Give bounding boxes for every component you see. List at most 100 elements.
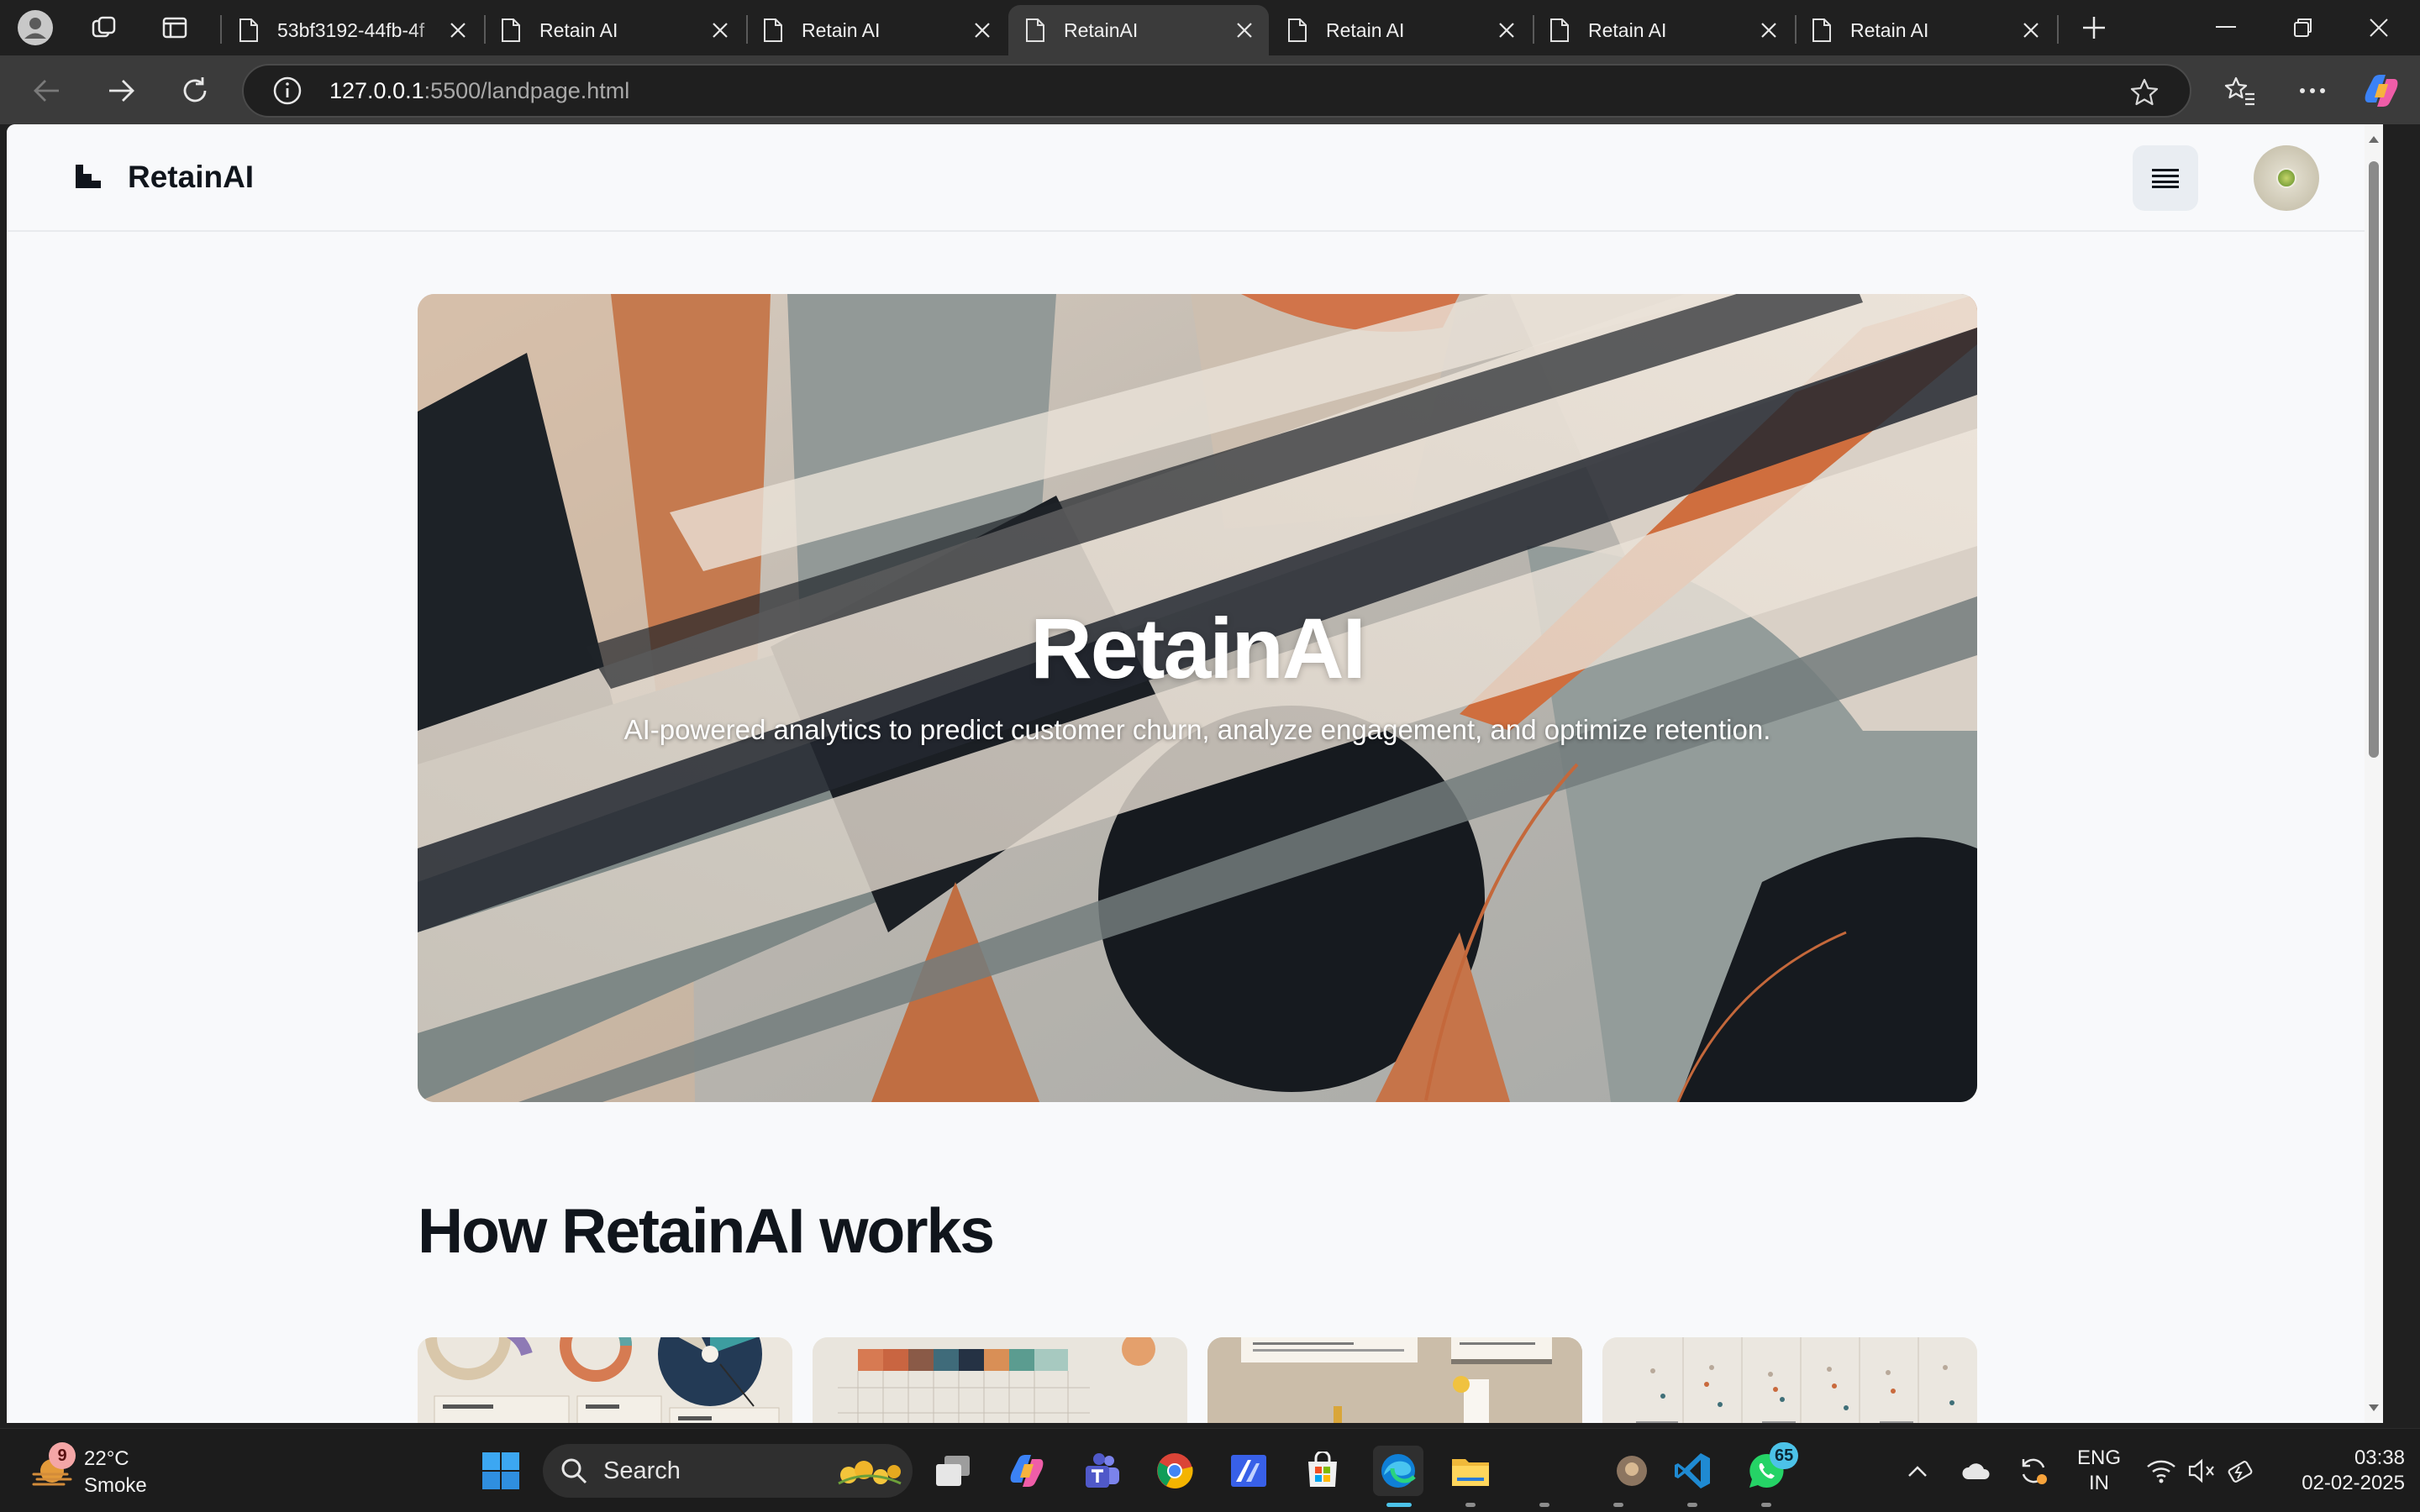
feature-card[interactable] [813,1337,1187,1423]
copilot-icon[interactable] [2361,71,2402,111]
user-avatar[interactable] [2254,145,2319,211]
tab-title: Retain AI [1326,18,1405,41]
task-view-icon[interactable] [929,1447,976,1494]
site-info-icon[interactable] [272,76,302,106]
avatar-emblem [2276,168,2296,188]
page-viewport: RetainAI RetainAI AI-powered analytics t… [7,124,2383,1423]
close-tab-icon[interactable] [970,18,995,43]
search-label: Search [603,1457,681,1484]
minimize-icon[interactable] [2196,7,2255,49]
browser-tab[interactable]: 53bf3192-44fb-4f [222,5,482,55]
close-tab-icon[interactable] [1494,18,1519,43]
more-options-icon[interactable] [2292,71,2333,111]
clock-time: 03:38 [2354,1446,2405,1469]
hero-title: RetainAI [1030,601,1366,696]
close-tab-icon[interactable] [708,18,733,43]
tab-title: Retain AI [539,18,618,41]
feature-card-image [1602,1337,1977,1423]
menu-button[interactable] [2133,145,2198,211]
hero-abstract-art [418,294,1977,1102]
browser-tab[interactable]: Retain AI [1270,5,1531,55]
refresh-icon[interactable] [175,71,215,111]
profile-icon[interactable] [17,9,54,46]
azure-data-studio-icon[interactable] [1225,1447,1272,1494]
teams-icon[interactable] [1077,1447,1124,1494]
brand-name[interactable]: RetainAI [128,160,254,195]
document-icon [764,18,782,42]
hero-subtitle: AI-powered analytics to predict customer… [623,714,1771,745]
workspaces-icon[interactable] [86,9,123,46]
file-explorer-icon[interactable] [1447,1447,1494,1494]
tab-title: Retain AI [1588,18,1667,41]
document-icon [502,18,520,42]
favorites-icon[interactable] [2220,71,2260,111]
search-highlight-icon [838,1461,902,1485]
restore-icon[interactable] [2274,7,2333,49]
hamburger-menu-icon [2152,169,2179,188]
document-icon [1288,18,1307,42]
scroll-down-icon[interactable] [2367,1401,2381,1415]
language-indicator[interactable]: ENG IN [2072,1446,2126,1496]
url-path: :5500/landpage.html [424,77,630,103]
close-tab-icon[interactable] [445,18,471,43]
tab-title: Retain AI [1850,18,1929,41]
site-header: RetainAI [7,124,2383,232]
new-tab-icon[interactable] [2075,9,2112,46]
page-scrollbar[interactable] [2365,124,2383,1423]
tab-actions-icon[interactable] [156,9,193,46]
browser-tab[interactable]: Retain AI [484,5,744,55]
browser-tab-active[interactable]: RetainAI [1008,5,1269,55]
browser-tab[interactable]: Retain AI [1795,5,2055,55]
taskbar: 9 22°C Smoke Search 65 ENG IN 03:38 02-0… [0,1428,2420,1512]
feature-card-image [813,1337,1187,1423]
volume-muted-icon[interactable] [2183,1447,2220,1494]
brand-logo-icon [76,165,101,188]
sync-update-icon[interactable] [2015,1447,2052,1494]
wifi-icon[interactable] [2143,1447,2180,1494]
feature-card[interactable] [418,1337,792,1423]
close-window-icon[interactable] [2349,7,2408,49]
taskbar-search[interactable]: Search [543,1444,913,1498]
weather-temperature: 22°C [84,1447,129,1470]
scroll-up-icon[interactable] [2367,133,2381,146]
browser-tab-strip: 53bf3192-44fb-4f Retain AI Retain AI Ret… [0,0,2420,55]
battery-charging-icon[interactable] [2223,1447,2260,1494]
copilot-taskbar-icon[interactable] [1003,1447,1050,1494]
microsoft-store-icon[interactable] [1299,1447,1346,1494]
feature-card[interactable] [1207,1337,1582,1423]
clock-date: 02-02-2025 [2302,1472,2405,1494]
close-tab-icon[interactable] [1232,18,1257,43]
edge-browser-icon[interactable] [1373,1446,1423,1496]
weather-description: Smoke [84,1474,147,1497]
vscode-icon[interactable] [1669,1447,1716,1494]
feature-card-image [1207,1337,1582,1423]
back-icon[interactable] [27,71,67,111]
address-bar[interactable]: 127.0.0.1:5500/landpage.html [242,64,2191,118]
tab-title: 53bf3192-44fb-4f [277,18,425,41]
document-icon [1550,18,1569,42]
feature-card[interactable] [1602,1337,1977,1423]
hero-banner: RetainAI AI-powered analytics to predict… [418,294,1977,1102]
close-tab-icon[interactable] [2018,18,2044,43]
tab-title: RetainAI [1064,18,1139,41]
clock[interactable]: 03:38 02-02-2025 [2287,1446,2405,1496]
app-running-icon[interactable] [1608,1447,1655,1494]
whatsapp-unread-badge: 65 [1770,1442,1799,1469]
close-tab-icon[interactable] [1756,18,1781,43]
browser-tab[interactable]: Retain AI [746,5,1007,55]
forward-icon[interactable] [101,71,141,111]
document-icon [1812,18,1831,42]
feature-card-image [418,1337,792,1423]
windows-start-icon[interactable] [477,1447,524,1494]
show-hidden-icons-chevron-icon[interactable] [1901,1447,1934,1494]
browser-toolbar: 127.0.0.1:5500/landpage.html [0,55,2420,124]
document-icon [1026,18,1044,42]
scroll-thumb[interactable] [2369,161,2379,758]
weather-alert-badge: 9 [49,1442,76,1469]
chrome-icon[interactable] [1151,1447,1198,1494]
favorite-star-icon[interactable] [2129,77,2160,108]
region-code: IN [2089,1472,2109,1494]
weather-text[interactable]: 22°C Smoke [84,1446,147,1499]
onedrive-icon[interactable] [1958,1447,1995,1494]
browser-tab[interactable]: Retain AI [1533,5,1793,55]
